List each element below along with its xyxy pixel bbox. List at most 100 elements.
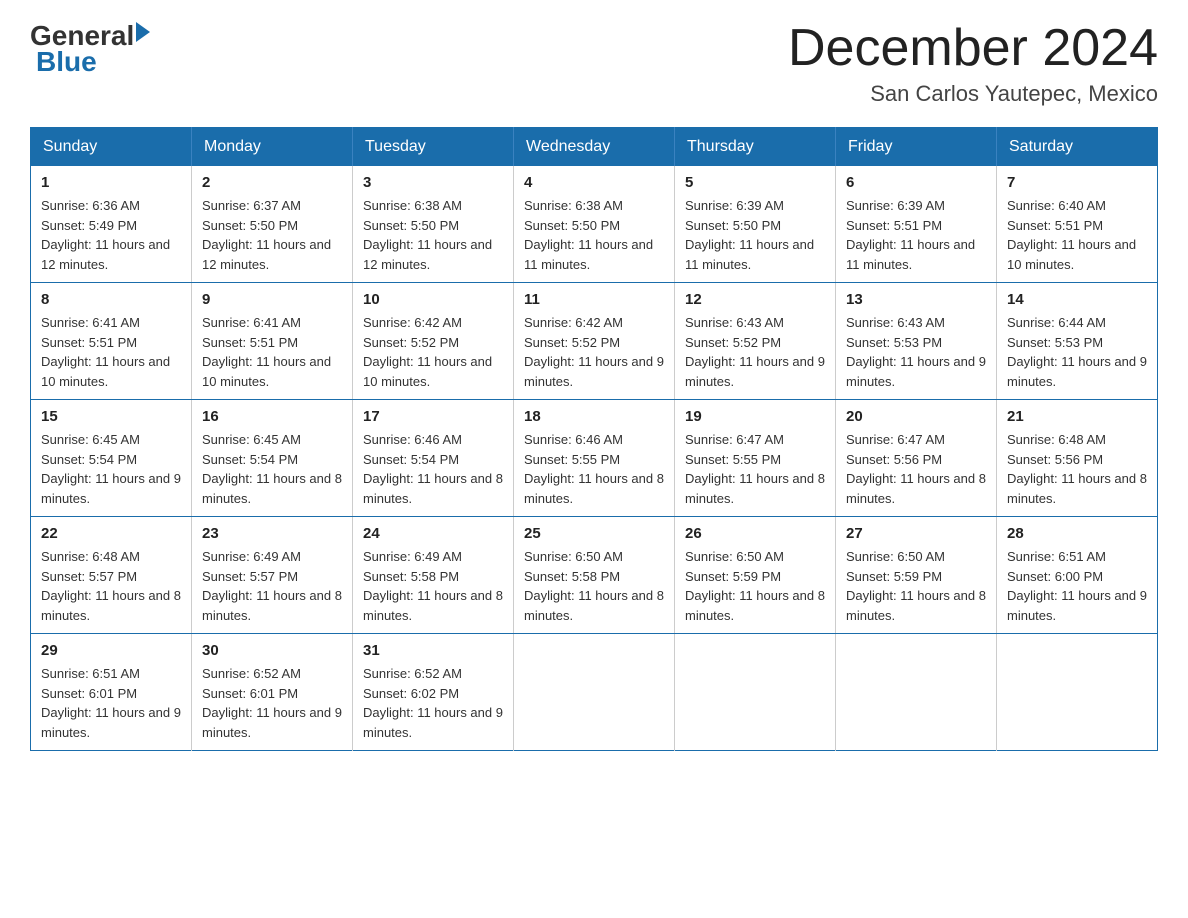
table-row: 15 Sunrise: 6:45 AM Sunset: 5:54 PM Dayl… (31, 400, 192, 517)
sunset-label: Sunset: 5:54 PM (41, 452, 137, 467)
sunset-label: Sunset: 5:57 PM (202, 569, 298, 584)
day-info: Sunrise: 6:51 AM Sunset: 6:00 PM Dayligh… (1007, 547, 1147, 625)
sunrise-label: Sunrise: 6:52 AM (363, 666, 462, 681)
day-info: Sunrise: 6:47 AM Sunset: 5:55 PM Dayligh… (685, 430, 825, 508)
sunrise-label: Sunrise: 6:50 AM (524, 549, 623, 564)
daylight-label: Daylight: 11 hours and 11 minutes. (524, 237, 653, 272)
table-row: 17 Sunrise: 6:46 AM Sunset: 5:54 PM Dayl… (353, 400, 514, 517)
daylight-label: Daylight: 11 hours and 8 minutes. (41, 588, 181, 623)
table-row: 19 Sunrise: 6:47 AM Sunset: 5:55 PM Dayl… (675, 400, 836, 517)
daylight-label: Daylight: 11 hours and 12 minutes. (202, 237, 331, 272)
sunset-label: Sunset: 5:58 PM (363, 569, 459, 584)
table-row: 20 Sunrise: 6:47 AM Sunset: 5:56 PM Dayl… (836, 400, 997, 517)
daylight-label: Daylight: 11 hours and 10 minutes. (1007, 237, 1136, 272)
sunrise-label: Sunrise: 6:47 AM (685, 432, 784, 447)
page-header: General Blue December 2024 San Carlos Ya… (30, 20, 1158, 107)
day-info: Sunrise: 6:47 AM Sunset: 5:56 PM Dayligh… (846, 430, 986, 508)
calendar-week-row: 8 Sunrise: 6:41 AM Sunset: 5:51 PM Dayli… (31, 283, 1158, 400)
daylight-label: Daylight: 11 hours and 12 minutes. (363, 237, 492, 272)
day-info: Sunrise: 6:41 AM Sunset: 5:51 PM Dayligh… (41, 313, 181, 391)
table-row: 8 Sunrise: 6:41 AM Sunset: 5:51 PM Dayli… (31, 283, 192, 400)
table-row: 7 Sunrise: 6:40 AM Sunset: 5:51 PM Dayli… (997, 166, 1158, 283)
day-number: 15 (41, 408, 181, 425)
sunrise-label: Sunrise: 6:51 AM (1007, 549, 1106, 564)
day-number: 21 (1007, 408, 1147, 425)
day-number: 6 (846, 174, 986, 191)
sunset-label: Sunset: 5:57 PM (41, 569, 137, 584)
day-number: 26 (685, 525, 825, 542)
day-number: 19 (685, 408, 825, 425)
sunrise-label: Sunrise: 6:48 AM (1007, 432, 1106, 447)
header-tuesday: Tuesday (353, 128, 514, 167)
sunset-label: Sunset: 5:58 PM (524, 569, 620, 584)
sunset-label: Sunset: 5:50 PM (363, 218, 459, 233)
sunset-label: Sunset: 5:52 PM (524, 335, 620, 350)
sunset-label: Sunset: 5:53 PM (1007, 335, 1103, 350)
header-sunday: Sunday (31, 128, 192, 167)
day-number: 22 (41, 525, 181, 542)
daylight-label: Daylight: 11 hours and 9 minutes. (685, 354, 825, 389)
sunrise-label: Sunrise: 6:39 AM (685, 198, 784, 213)
day-number: 9 (202, 291, 342, 308)
table-row: 24 Sunrise: 6:49 AM Sunset: 5:58 PM Dayl… (353, 517, 514, 634)
calendar-week-row: 22 Sunrise: 6:48 AM Sunset: 5:57 PM Dayl… (31, 517, 1158, 634)
day-info: Sunrise: 6:44 AM Sunset: 5:53 PM Dayligh… (1007, 313, 1147, 391)
sunrise-label: Sunrise: 6:36 AM (41, 198, 140, 213)
day-number: 5 (685, 174, 825, 191)
day-info: Sunrise: 6:42 AM Sunset: 5:52 PM Dayligh… (524, 313, 664, 391)
sunrise-label: Sunrise: 6:41 AM (41, 315, 140, 330)
daylight-label: Daylight: 11 hours and 8 minutes. (685, 471, 825, 506)
daylight-label: Daylight: 11 hours and 10 minutes. (202, 354, 331, 389)
daylight-label: Daylight: 11 hours and 9 minutes. (524, 354, 664, 389)
sunset-label: Sunset: 6:01 PM (41, 686, 137, 701)
day-info: Sunrise: 6:50 AM Sunset: 5:59 PM Dayligh… (685, 547, 825, 625)
table-row: 30 Sunrise: 6:52 AM Sunset: 6:01 PM Dayl… (192, 634, 353, 751)
day-number: 12 (685, 291, 825, 308)
daylight-label: Daylight: 11 hours and 8 minutes. (524, 471, 664, 506)
daylight-label: Daylight: 11 hours and 9 minutes. (1007, 354, 1147, 389)
daylight-label: Daylight: 11 hours and 9 minutes. (41, 471, 181, 506)
table-row: 6 Sunrise: 6:39 AM Sunset: 5:51 PM Dayli… (836, 166, 997, 283)
day-info: Sunrise: 6:37 AM Sunset: 5:50 PM Dayligh… (202, 196, 342, 274)
sunrise-label: Sunrise: 6:43 AM (685, 315, 784, 330)
sunset-label: Sunset: 6:00 PM (1007, 569, 1103, 584)
sunset-label: Sunset: 6:01 PM (202, 686, 298, 701)
day-info: Sunrise: 6:36 AM Sunset: 5:49 PM Dayligh… (41, 196, 181, 274)
table-row: 9 Sunrise: 6:41 AM Sunset: 5:51 PM Dayli… (192, 283, 353, 400)
daylight-label: Daylight: 11 hours and 8 minutes. (202, 471, 342, 506)
location-title: San Carlos Yautepec, Mexico (788, 81, 1158, 107)
sunrise-label: Sunrise: 6:37 AM (202, 198, 301, 213)
table-row: 23 Sunrise: 6:49 AM Sunset: 5:57 PM Dayl… (192, 517, 353, 634)
day-number: 1 (41, 174, 181, 191)
table-row: 21 Sunrise: 6:48 AM Sunset: 5:56 PM Dayl… (997, 400, 1158, 517)
daylight-label: Daylight: 11 hours and 8 minutes. (1007, 471, 1147, 506)
daylight-label: Daylight: 11 hours and 8 minutes. (846, 471, 986, 506)
daylight-label: Daylight: 11 hours and 12 minutes. (41, 237, 170, 272)
sunset-label: Sunset: 6:02 PM (363, 686, 459, 701)
day-info: Sunrise: 6:45 AM Sunset: 5:54 PM Dayligh… (202, 430, 342, 508)
table-row: 12 Sunrise: 6:43 AM Sunset: 5:52 PM Dayl… (675, 283, 836, 400)
daylight-label: Daylight: 11 hours and 11 minutes. (846, 237, 975, 272)
header-friday: Friday (836, 128, 997, 167)
month-title: December 2024 (788, 20, 1158, 77)
daylight-label: Daylight: 11 hours and 9 minutes. (1007, 588, 1147, 623)
sunset-label: Sunset: 5:53 PM (846, 335, 942, 350)
sunrise-label: Sunrise: 6:46 AM (524, 432, 623, 447)
day-number: 13 (846, 291, 986, 308)
table-row: 25 Sunrise: 6:50 AM Sunset: 5:58 PM Dayl… (514, 517, 675, 634)
table-row (514, 634, 675, 751)
day-number: 20 (846, 408, 986, 425)
table-row: 3 Sunrise: 6:38 AM Sunset: 5:50 PM Dayli… (353, 166, 514, 283)
table-row (836, 634, 997, 751)
table-row: 14 Sunrise: 6:44 AM Sunset: 5:53 PM Dayl… (997, 283, 1158, 400)
day-info: Sunrise: 6:45 AM Sunset: 5:54 PM Dayligh… (41, 430, 181, 508)
table-row: 16 Sunrise: 6:45 AM Sunset: 5:54 PM Dayl… (192, 400, 353, 517)
calendar-week-row: 29 Sunrise: 6:51 AM Sunset: 6:01 PM Dayl… (31, 634, 1158, 751)
day-info: Sunrise: 6:39 AM Sunset: 5:51 PM Dayligh… (846, 196, 986, 274)
daylight-label: Daylight: 11 hours and 10 minutes. (41, 354, 170, 389)
title-section: December 2024 San Carlos Yautepec, Mexic… (788, 20, 1158, 107)
day-number: 10 (363, 291, 503, 308)
sunrise-label: Sunrise: 6:43 AM (846, 315, 945, 330)
sunset-label: Sunset: 5:49 PM (41, 218, 137, 233)
day-info: Sunrise: 6:50 AM Sunset: 5:59 PM Dayligh… (846, 547, 986, 625)
